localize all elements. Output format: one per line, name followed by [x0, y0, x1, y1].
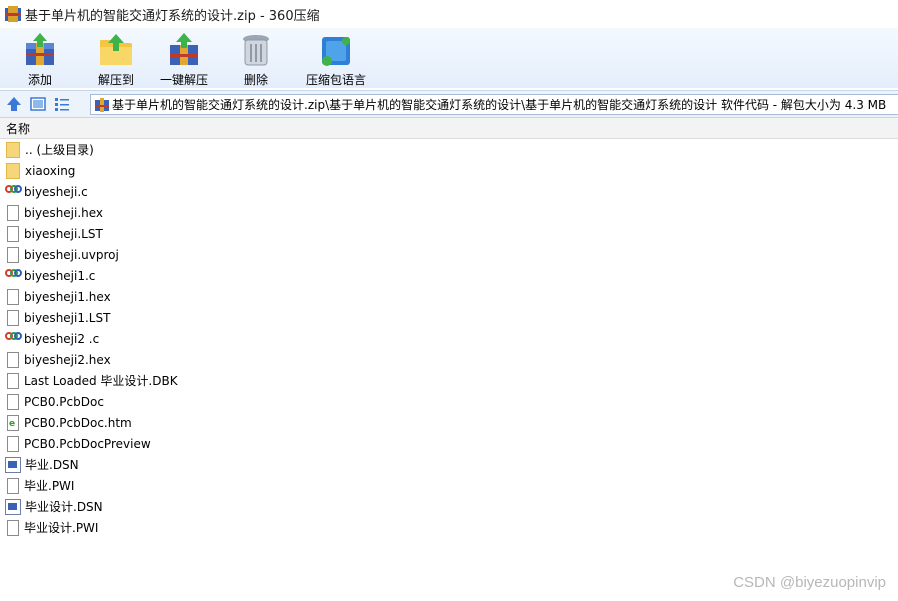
- file-row[interactable]: 毕业.DSN: [0, 454, 898, 475]
- c-source-file-icon: [5, 183, 22, 200]
- file-row[interactable]: PCB0.PcbDoc: [0, 391, 898, 412]
- file-name: 毕业.DSN: [25, 458, 79, 472]
- file-name: biyesheji.hex: [24, 205, 104, 220]
- file-name: .. (上级目录): [25, 143, 94, 157]
- file-name: biyesheji2 .c: [24, 331, 100, 346]
- file-name: PCB0.PcbDoc: [24, 394, 104, 409]
- file-row[interactable]: e PCB0.PcbDoc.htm: [0, 412, 898, 433]
- file-name: biyesheji.LST: [24, 226, 103, 241]
- file-name: 毕业设计.PWI: [24, 521, 99, 535]
- file-name: biyesheji1.hex: [24, 289, 111, 304]
- trash-icon: [236, 31, 276, 69]
- file-row[interactable]: biyesheji1.hex: [0, 286, 898, 307]
- thumbnail-view-icon[interactable]: [28, 94, 48, 114]
- document-file-icon: [7, 225, 19, 242]
- path-field[interactable]: 基于单片机的智能交通灯系统的设计.zip\基于单片机的智能交通灯系统的设计\基于…: [90, 94, 898, 115]
- c-source-file-icon: [5, 267, 22, 284]
- extract-to-button[interactable]: 解压到: [96, 28, 136, 88]
- file-row[interactable]: xiaoxing: [0, 160, 898, 181]
- window-title: 基于单片机的智能交通灯系统的设计.zip - 360压缩: [25, 8, 320, 24]
- folder-icon: [6, 162, 20, 179]
- app-archive-icon: [5, 6, 21, 22]
- document-file-icon: [7, 288, 19, 305]
- file-row[interactable]: biyesheji.uvproj: [0, 244, 898, 265]
- file-row[interactable]: 毕业设计.PWI: [0, 517, 898, 538]
- file-name: xiaoxing: [25, 163, 76, 178]
- dsn-file-icon: [5, 498, 21, 515]
- file-row[interactable]: 毕业.PWI: [0, 475, 898, 496]
- document-file-icon: [7, 477, 19, 494]
- list-view-icon[interactable]: [52, 94, 72, 114]
- extract-to-icon: [96, 31, 136, 69]
- watermark: CSDN @biyezuopinvip: [733, 574, 886, 591]
- path-text: 基于单片机的智能交通灯系统的设计.zip\基于单片机的智能交通灯系统的设计\基于…: [112, 98, 887, 112]
- file-name: biyesheji.c: [24, 184, 88, 199]
- archive-language-icon: [316, 31, 356, 69]
- file-row[interactable]: biyesheji1.LST: [0, 307, 898, 328]
- one-click-extract-icon: [164, 31, 204, 69]
- add-archive-icon: [20, 31, 60, 69]
- file-row[interactable]: biyesheji.LST: [0, 223, 898, 244]
- dsn-file-icon: [5, 456, 21, 473]
- file-row[interactable]: Last Loaded 毕业设计.DBK: [0, 370, 898, 391]
- document-file-icon: [7, 204, 19, 221]
- document-file-icon: [7, 519, 19, 536]
- document-file-icon: [7, 246, 19, 263]
- delete-button[interactable]: 删除: [236, 28, 276, 88]
- up-level-icon[interactable]: [4, 94, 24, 114]
- file-row[interactable]: 毕业设计.DSN: [0, 496, 898, 517]
- toolbar: 添加 解压到 一键解压 删除 压缩包语言: [0, 28, 898, 88]
- file-name: 毕业设计.DSN: [25, 500, 103, 514]
- file-row[interactable]: biyesheji.hex: [0, 202, 898, 223]
- file-row[interactable]: PCB0.PcbDocPreview: [0, 433, 898, 454]
- add-button[interactable]: 添加: [20, 28, 60, 88]
- file-row[interactable]: biyesheji2.hex: [0, 349, 898, 370]
- document-file-icon: [7, 372, 19, 389]
- document-file-icon: [7, 351, 19, 368]
- file-name: PCB0.PcbDoc.htm: [24, 415, 132, 430]
- file-name: biyesheji2.hex: [24, 352, 111, 367]
- document-file-icon: [7, 393, 19, 410]
- one-click-extract-button[interactable]: 一键解压: [160, 28, 208, 88]
- folder-icon: [6, 141, 20, 158]
- file-name: PCB0.PcbDocPreview: [24, 436, 151, 451]
- navigation-bar: 基于单片机的智能交通灯系统的设计.zip\基于单片机的智能交通灯系统的设计\基于…: [0, 90, 898, 118]
- document-file-icon: [7, 435, 19, 452]
- c-source-file-icon: [5, 330, 22, 347]
- document-file-icon: [7, 309, 19, 326]
- file-name: biyesheji1.LST: [24, 310, 111, 325]
- file-row[interactable]: biyesheji2 .c: [0, 328, 898, 349]
- file-name: 毕业.PWI: [24, 479, 75, 493]
- file-name: Last Loaded 毕业设计.DBK: [24, 374, 178, 388]
- file-name: biyesheji.uvproj: [24, 247, 119, 262]
- file-name: biyesheji1.c: [24, 268, 96, 283]
- file-row[interactable]: biyesheji.c: [0, 181, 898, 202]
- html-file-icon: e: [7, 414, 19, 431]
- file-list: .. (上级目录) xiaoxing biyesheji.c biyesheji.he…: [0, 139, 898, 538]
- column-header-name[interactable]: 名称: [0, 118, 898, 139]
- archive-icon: [95, 97, 109, 112]
- title-bar: 基于单片机的智能交通灯系统的设计.zip - 360压缩: [0, 0, 898, 28]
- file-row[interactable]: biyesheji1.c: [0, 265, 898, 286]
- column-header-label: 名称: [6, 121, 31, 136]
- file-row[interactable]: .. (上级目录): [0, 139, 898, 160]
- archive-language-button[interactable]: 压缩包语言: [306, 28, 366, 88]
